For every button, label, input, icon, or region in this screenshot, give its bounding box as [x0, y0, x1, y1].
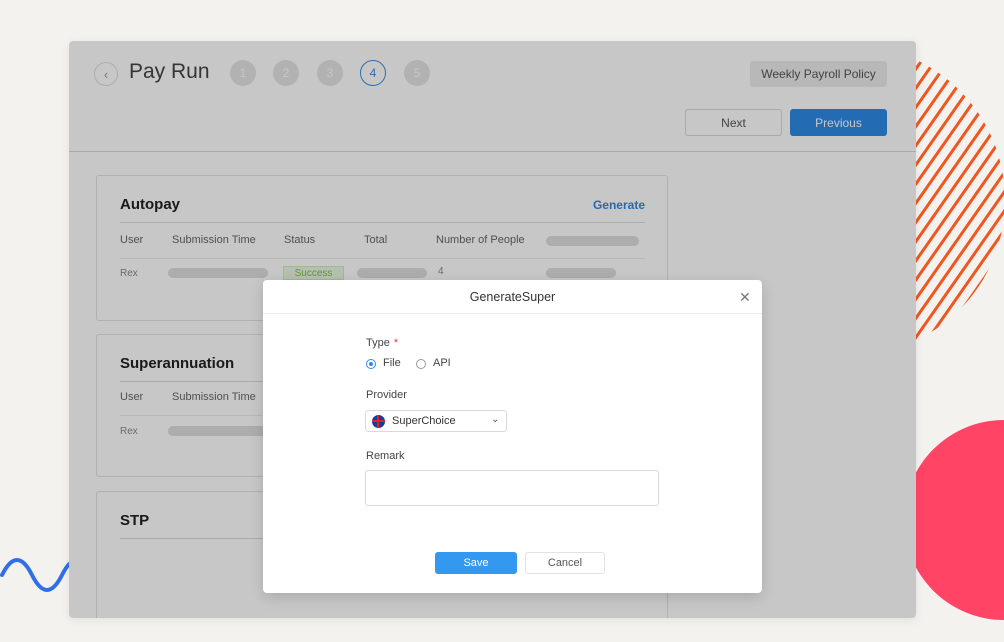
- provider-value: SuperChoice: [392, 415, 456, 427]
- australia-flag-icon: [372, 415, 385, 428]
- modal-header: GenerateSuper ✕: [263, 280, 762, 314]
- cancel-button[interactable]: Cancel: [525, 552, 605, 574]
- close-icon[interactable]: ✕: [739, 290, 751, 304]
- type-label: Type *: [366, 337, 398, 349]
- type-api-radio[interactable]: [416, 359, 426, 369]
- required-mark: *: [393, 337, 399, 349]
- type-label-text: Type: [366, 337, 390, 349]
- save-button[interactable]: Save: [435, 552, 517, 574]
- remark-input[interactable]: [365, 470, 659, 506]
- generate-super-modal: GenerateSuper ✕ Type * File API Provider …: [263, 280, 762, 593]
- chevron-down-icon: ⌄: [491, 414, 500, 425]
- type-api-label[interactable]: API: [433, 357, 451, 369]
- modal-title: GenerateSuper: [469, 290, 556, 304]
- remark-label: Remark: [366, 450, 405, 462]
- provider-select[interactable]: SuperChoice ⌄: [365, 410, 507, 432]
- type-file-radio[interactable]: [366, 359, 376, 369]
- provider-label: Provider: [366, 389, 407, 401]
- type-file-label[interactable]: File: [383, 357, 401, 369]
